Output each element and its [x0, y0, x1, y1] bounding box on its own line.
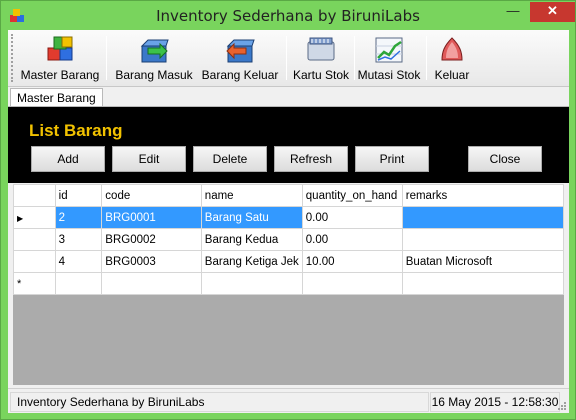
row-header[interactable]: ▶: [13, 206, 56, 229]
items-table: id code name quantity_on_hand remarks ▶ …: [13, 184, 565, 295]
current-row-arrow-icon: ▶: [17, 213, 24, 223]
cell-name[interactable]: Barang Ketiga Jek: [200, 250, 303, 273]
title-bar[interactable]: Inventory Sederhana by BiruniLabs — ✕: [1, 1, 575, 30]
cell-remarks[interactable]: [401, 228, 565, 251]
toolbar-label: Barang Keluar: [201, 68, 279, 82]
toolbar-grip[interactable]: [11, 34, 14, 82]
close-button-label: Close: [489, 152, 521, 166]
data-grid[interactable]: id code name quantity_on_hand remarks ▶ …: [13, 184, 565, 385]
toolbar-label: Keluar: [434, 68, 470, 82]
refresh-button[interactable]: Refresh: [274, 146, 348, 172]
toolbar-master-barang[interactable]: Master Barang: [18, 32, 102, 85]
cell-qty[interactable]: [301, 272, 403, 295]
toolbar-kartu-stok[interactable]: Kartu Stok: [290, 32, 352, 85]
toolbar-separator: [354, 36, 355, 80]
toolbar-separator: [106, 36, 107, 80]
row-header[interactable]: *: [13, 272, 56, 295]
box-out-icon: [226, 39, 255, 63]
add-button[interactable]: Add: [31, 146, 105, 172]
toolbar-keluar[interactable]: Keluar: [428, 32, 476, 85]
status-bar: Inventory Sederhana by BiruniLabs 16 May…: [8, 388, 569, 413]
minimize-button[interactable]: —: [499, 2, 527, 22]
cell-name[interactable]: Barang Kedua: [200, 228, 303, 251]
tab-strip: Master Barang: [8, 87, 569, 107]
toolbar-mutasi-stok[interactable]: Mutasi Stok: [356, 32, 422, 85]
row-header[interactable]: [13, 250, 56, 273]
delete-button[interactable]: Delete: [193, 146, 267, 172]
status-app-name: Inventory Sederhana by BiruniLabs: [10, 392, 429, 412]
cubes-icon: [47, 36, 73, 61]
table-header-row: id code name quantity_on_hand remarks: [13, 184, 565, 207]
box-in-icon: [140, 39, 169, 63]
cell-name[interactable]: [200, 272, 303, 295]
row-header[interactable]: [13, 228, 56, 251]
column-header[interactable]: name: [200, 184, 303, 207]
tab-master-barang[interactable]: Master Barang: [10, 88, 103, 107]
column-header[interactable]: id: [54, 184, 103, 207]
toolbar: Master Barang Barang Masuk Barang Keluar: [8, 30, 569, 87]
row-header-corner: [13, 184, 56, 207]
new-row[interactable]: *: [13, 272, 565, 295]
column-header[interactable]: quantity_on_hand: [301, 184, 403, 207]
edit-button[interactable]: Edit: [112, 146, 186, 172]
column-header[interactable]: remarks: [401, 184, 565, 207]
print-button[interactable]: Print: [355, 146, 429, 172]
new-row-asterisk-icon: *: [17, 277, 22, 290]
toolbar-separator: [426, 36, 427, 80]
cell-code[interactable]: BRG0001: [101, 206, 202, 229]
toolbar-label: Barang Masuk: [115, 68, 193, 82]
toolbar-label: Master Barang: [20, 68, 100, 82]
cell-remarks[interactable]: [401, 206, 565, 229]
cell-id[interactable]: 2: [54, 206, 103, 229]
cell-code[interactable]: BRG0003: [101, 250, 202, 273]
table-row[interactable]: 3 BRG0002 Barang Kedua 0.00: [13, 228, 565, 251]
panel-title: List Barang: [29, 121, 123, 140]
add-button-label: Add: [57, 152, 79, 166]
toolbar-label: Kartu Stok: [292, 68, 350, 82]
table-row[interactable]: ▶ 2 BRG0001 Barang Satu 0.00: [13, 206, 565, 229]
cell-name[interactable]: Barang Satu: [200, 206, 303, 229]
cell-qty[interactable]: 0.00: [301, 228, 403, 251]
column-header[interactable]: code: [101, 184, 202, 207]
cell-remarks[interactable]: Buatan Microsoft: [401, 250, 565, 273]
cell-id[interactable]: 3: [54, 228, 103, 251]
client-area: Master Barang Barang Masuk Barang Keluar: [8, 30, 569, 413]
refresh-button-label: Refresh: [289, 152, 333, 166]
list-panel-header: List Barang Add Edit Delete Refresh Prin…: [8, 106, 569, 183]
cell-qty[interactable]: 0.00: [301, 206, 403, 229]
table-row[interactable]: 4 BRG0003 Barang Ketiga Jek 10.00 Buatan…: [13, 250, 565, 273]
window-title: Inventory Sederhana by BiruniLabs: [156, 7, 420, 25]
cell-id[interactable]: 4: [54, 250, 103, 273]
chart-icon: [375, 37, 403, 63]
cell-code[interactable]: BRG0002: [101, 228, 202, 251]
status-datetime: 16 May 2015 - 12:58:30: [430, 392, 560, 412]
cell-id[interactable]: [54, 272, 103, 295]
toolbar-barang-keluar[interactable]: Barang Keluar: [198, 32, 282, 85]
cell-remarks[interactable]: [401, 272, 565, 295]
app-window: Inventory Sederhana by BiruniLabs — ✕ Ma…: [0, 0, 576, 420]
toolbar-separator: [286, 36, 287, 80]
print-button-label: Print: [379, 152, 405, 166]
close-button[interactable]: Close: [468, 146, 542, 172]
delete-button-label: Delete: [212, 152, 248, 166]
cell-code[interactable]: [101, 272, 202, 295]
cell-qty[interactable]: 10.00: [301, 250, 403, 273]
card-icon: [307, 37, 335, 61]
resize-grip-icon[interactable]: [557, 401, 567, 411]
close-window-button[interactable]: ✕: [530, 2, 575, 22]
exit-icon: [441, 37, 463, 61]
toolbar-label: Mutasi Stok: [357, 68, 421, 82]
toolbar-barang-masuk[interactable]: Barang Masuk: [112, 32, 196, 85]
edit-button-label: Edit: [138, 152, 160, 166]
